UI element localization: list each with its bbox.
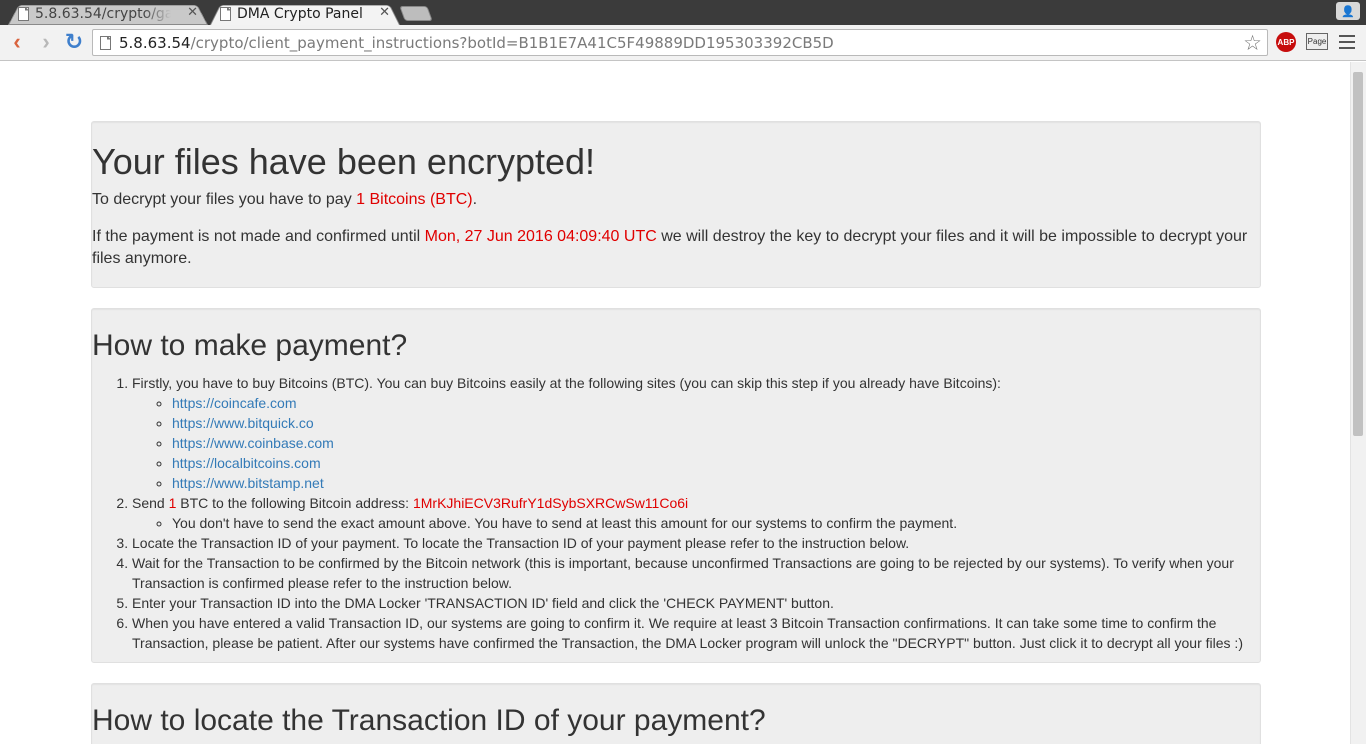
encrypted-notice-panel: Your files have been encrypted! To decry…: [91, 121, 1261, 288]
new-tab-button[interactable]: [402, 6, 430, 21]
reload-button[interactable]: ↻: [61, 29, 87, 55]
section-heading: How to make payment?: [92, 329, 408, 362]
list-item: https://localbitcoins.com: [172, 453, 1260, 473]
bookmark-star-icon[interactable]: ☆: [1243, 31, 1262, 56]
payment-steps-list: Firstly, you have to buy Bitcoins (BTC).…: [92, 373, 1260, 653]
address-bar[interactable]: 5.8.63.54/crypto/client_payment_instruct…: [92, 29, 1268, 56]
adblock-icon[interactable]: ABP: [1276, 32, 1296, 52]
page-icon: [18, 6, 29, 21]
ransom-amount: 1 Bitcoins (BTC): [356, 190, 473, 208]
tab-dma-crypto-panel[interactable]: DMA Crypto Panel ✕: [210, 2, 400, 25]
url-text[interactable]: 5.8.63.54/crypto/client_payment_instruct…: [119, 34, 834, 52]
page-icon: [220, 6, 231, 21]
step2-notes: You don't have to send the exact amount …: [132, 513, 1260, 533]
list-item: https://www.bitstamp.net: [172, 473, 1260, 493]
list-item: Enter your Transaction ID into the DMA L…: [132, 593, 1260, 613]
list-item: Send 1 BTC to the following Bitcoin addr…: [132, 493, 1260, 533]
link-coinbase[interactable]: https://www.coinbase.com: [172, 435, 334, 451]
tab-gate[interactable]: 5.8.63.54/crypto/gate ✕: [8, 2, 208, 25]
list-item: Wait for the Transaction to be confirmed…: [132, 553, 1260, 593]
scrollbar-thumb[interactable]: [1353, 72, 1363, 436]
list-item: Firstly, you have to buy Bitcoins (BTC).…: [132, 373, 1260, 493]
deadline-date: Mon, 27 Jun 2016 04:09:40 UTC: [424, 227, 657, 245]
user-profile-icon[interactable]: 👤: [1336, 2, 1360, 20]
payment-instructions-panel: How to make payment? Firstly, you have t…: [91, 308, 1261, 663]
back-button[interactable]: ‹: [4, 29, 30, 55]
tab-strip: 5.8.63.54/crypto/gate ✕ DMA Crypto Panel…: [0, 0, 1366, 25]
list-item: https://coincafe.com: [172, 393, 1260, 413]
url-host: 5.8.63.54: [119, 33, 191, 52]
transaction-id-panel: How to locate the Transaction ID of your…: [91, 683, 1261, 744]
forward-button[interactable]: ›: [33, 29, 59, 55]
section-heading: How to locate the Transaction ID of your…: [92, 704, 766, 737]
menu-icon[interactable]: [1338, 33, 1356, 51]
page-viewport: Your files have been encrypted! To decry…: [0, 62, 1350, 744]
tab-title: DMA Crypto Panel: [237, 5, 363, 22]
link-coincafe[interactable]: https://coincafe.com: [172, 395, 297, 411]
page-icon: [100, 35, 111, 50]
list-item: https://www.bitquick.co: [172, 413, 1260, 433]
bitcoin-address[interactable]: 1MrKJhiECV3RufrY1dSybSXRCwSw11Co6i: [413, 495, 688, 511]
list-item: You don't have to send the exact amount …: [172, 513, 1260, 533]
bitcoin-sites-list: https://coincafe.com https://www.bitquic…: [132, 393, 1260, 493]
close-icon[interactable]: ✕: [187, 5, 198, 20]
link-bitstamp[interactable]: https://www.bitstamp.net: [172, 475, 324, 491]
browser-toolbar: ‹ › ↻ 5.8.63.54/crypto/client_payment_in…: [0, 25, 1366, 61]
close-icon[interactable]: ✕: [379, 5, 390, 20]
list-item: https://www.coinbase.com: [172, 433, 1260, 453]
page-title: Your files have been encrypted!: [92, 141, 596, 182]
deadline-text: If the payment is not made and confirmed…: [92, 227, 1248, 267]
vertical-scrollbar[interactable]: [1350, 62, 1366, 744]
ransom-amount-text: To decrypt your files you have to pay 1 …: [92, 190, 478, 208]
list-item: When you have entered a valid Transactio…: [132, 613, 1260, 653]
tab-title: 5.8.63.54/crypto/gate: [35, 5, 171, 22]
list-item: Locate the Transaction ID of your paymen…: [132, 533, 1260, 553]
url-path: /crypto/client_payment_instructions?botI…: [190, 33, 834, 52]
link-localbitcoins[interactable]: https://localbitcoins.com: [172, 455, 321, 471]
link-bitquick[interactable]: https://www.bitquick.co: [172, 415, 314, 431]
page-extension-icon[interactable]: Page: [1306, 33, 1328, 50]
